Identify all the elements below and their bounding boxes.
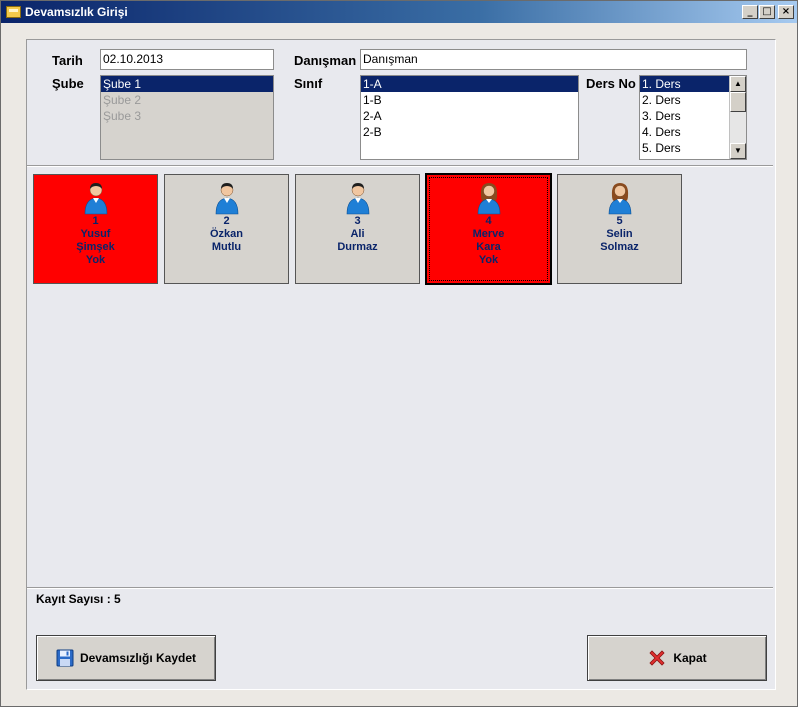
save-attendance-label: Devamsızlığı Kaydet — [79, 651, 197, 665]
maximize-button[interactable]: □ — [759, 5, 775, 19]
top-separator — [27, 165, 773, 167]
window-title: Devamsızlık Girişi — [25, 5, 128, 19]
sube-item[interactable]: Şube 2 — [101, 92, 273, 108]
sinif-listbox[interactable]: 1-A 1-B 2-A 2-B — [360, 75, 579, 160]
student-card[interactable]: 5 Selin Solmaz — [557, 174, 682, 284]
student-first-name: Özkan — [209, 228, 243, 240]
close-window-button[interactable]: × — [778, 5, 794, 19]
female-student-icon — [608, 183, 631, 215]
student-first-name: Merve — [472, 228, 505, 240]
student-last-name: Durmaz — [337, 241, 378, 253]
scroll-thumb[interactable] — [730, 92, 746, 112]
student-number: 1 — [92, 215, 99, 227]
sinif-item[interactable]: 2-B — [361, 124, 578, 140]
student-last-name: Solmaz — [600, 241, 639, 253]
danisman-input[interactable]: Danışman — [360, 49, 747, 70]
student-status: Yok — [85, 254, 106, 266]
student-last-name: Mutlu — [211, 241, 242, 253]
student-card[interactable]: 2 Özkan Mutlu — [164, 174, 289, 284]
student-number: 2 — [223, 215, 230, 227]
ders-scrollbar[interactable]: ▲ ▼ — [729, 76, 746, 159]
student-status: Yok — [478, 254, 499, 266]
tarih-label: Tarih — [52, 53, 83, 68]
student-card[interactable]: 4 Merve Kara Yok — [425, 173, 552, 285]
male-student-icon — [346, 183, 369, 215]
student-first-name: Selin — [606, 228, 633, 240]
scroll-down-icon[interactable]: ▼ — [730, 143, 746, 159]
save-icon — [56, 649, 74, 667]
male-student-icon — [84, 183, 107, 215]
ders-no-label: Ders No — [586, 76, 636, 91]
save-attendance-button[interactable]: Devamsızlığı Kaydet — [36, 635, 216, 681]
sinif-item[interactable]: 1-B — [361, 92, 578, 108]
ders-item[interactable]: 1. Ders — [640, 76, 729, 92]
sube-item[interactable]: Şube 3 — [101, 108, 273, 124]
male-student-icon — [215, 183, 238, 215]
record-count: Kayıt Sayısı : 5 — [36, 592, 121, 606]
sinif-item[interactable]: 1-A — [361, 76, 578, 92]
bottom-separator — [27, 587, 773, 589]
ders-no-listbox[interactable]: 1. Ders 2. Ders 3. Ders 4. Ders 5. Ders … — [639, 75, 747, 160]
sinif-item[interactable]: 2-A — [361, 108, 578, 124]
close-icon — [649, 650, 665, 666]
female-student-icon — [477, 183, 500, 215]
close-label: Kapat — [673, 651, 707, 665]
danisman-label: Danışman — [294, 53, 357, 68]
student-last-name: Kara — [476, 241, 501, 253]
student-first-name: Ali — [350, 228, 365, 240]
student-number: 5 — [616, 215, 623, 227]
sinif-label: Sınıf — [294, 76, 323, 91]
sube-listbox[interactable]: Şube 1 Şube 2 Şube 3 — [100, 75, 274, 160]
student-card[interactable]: 1 Yusuf Şimşek Yok — [33, 174, 158, 284]
title-bar[interactable]: Devamsızlık Girişi _ □ × — [1, 1, 797, 23]
scroll-up-icon[interactable]: ▲ — [730, 76, 746, 92]
student-first-name: Yusuf — [80, 228, 111, 240]
student-number: 3 — [354, 215, 361, 227]
sube-label: Şube — [52, 76, 84, 91]
student-number: 4 — [485, 215, 492, 227]
tarih-input[interactable]: 02.10.2013 — [100, 49, 274, 70]
sube-item[interactable]: Şube 1 — [101, 76, 273, 92]
close-button[interactable]: Kapat — [587, 635, 767, 681]
student-card[interactable]: 3 Ali Durmaz — [295, 174, 420, 284]
attendance-window: Devamsızlık Girişi _ □ × Tarih 02.10.201… — [0, 0, 798, 707]
minimize-button[interactable]: _ — [742, 5, 758, 19]
window-icon — [6, 6, 21, 18]
student-last-name: Şimşek — [76, 241, 115, 253]
